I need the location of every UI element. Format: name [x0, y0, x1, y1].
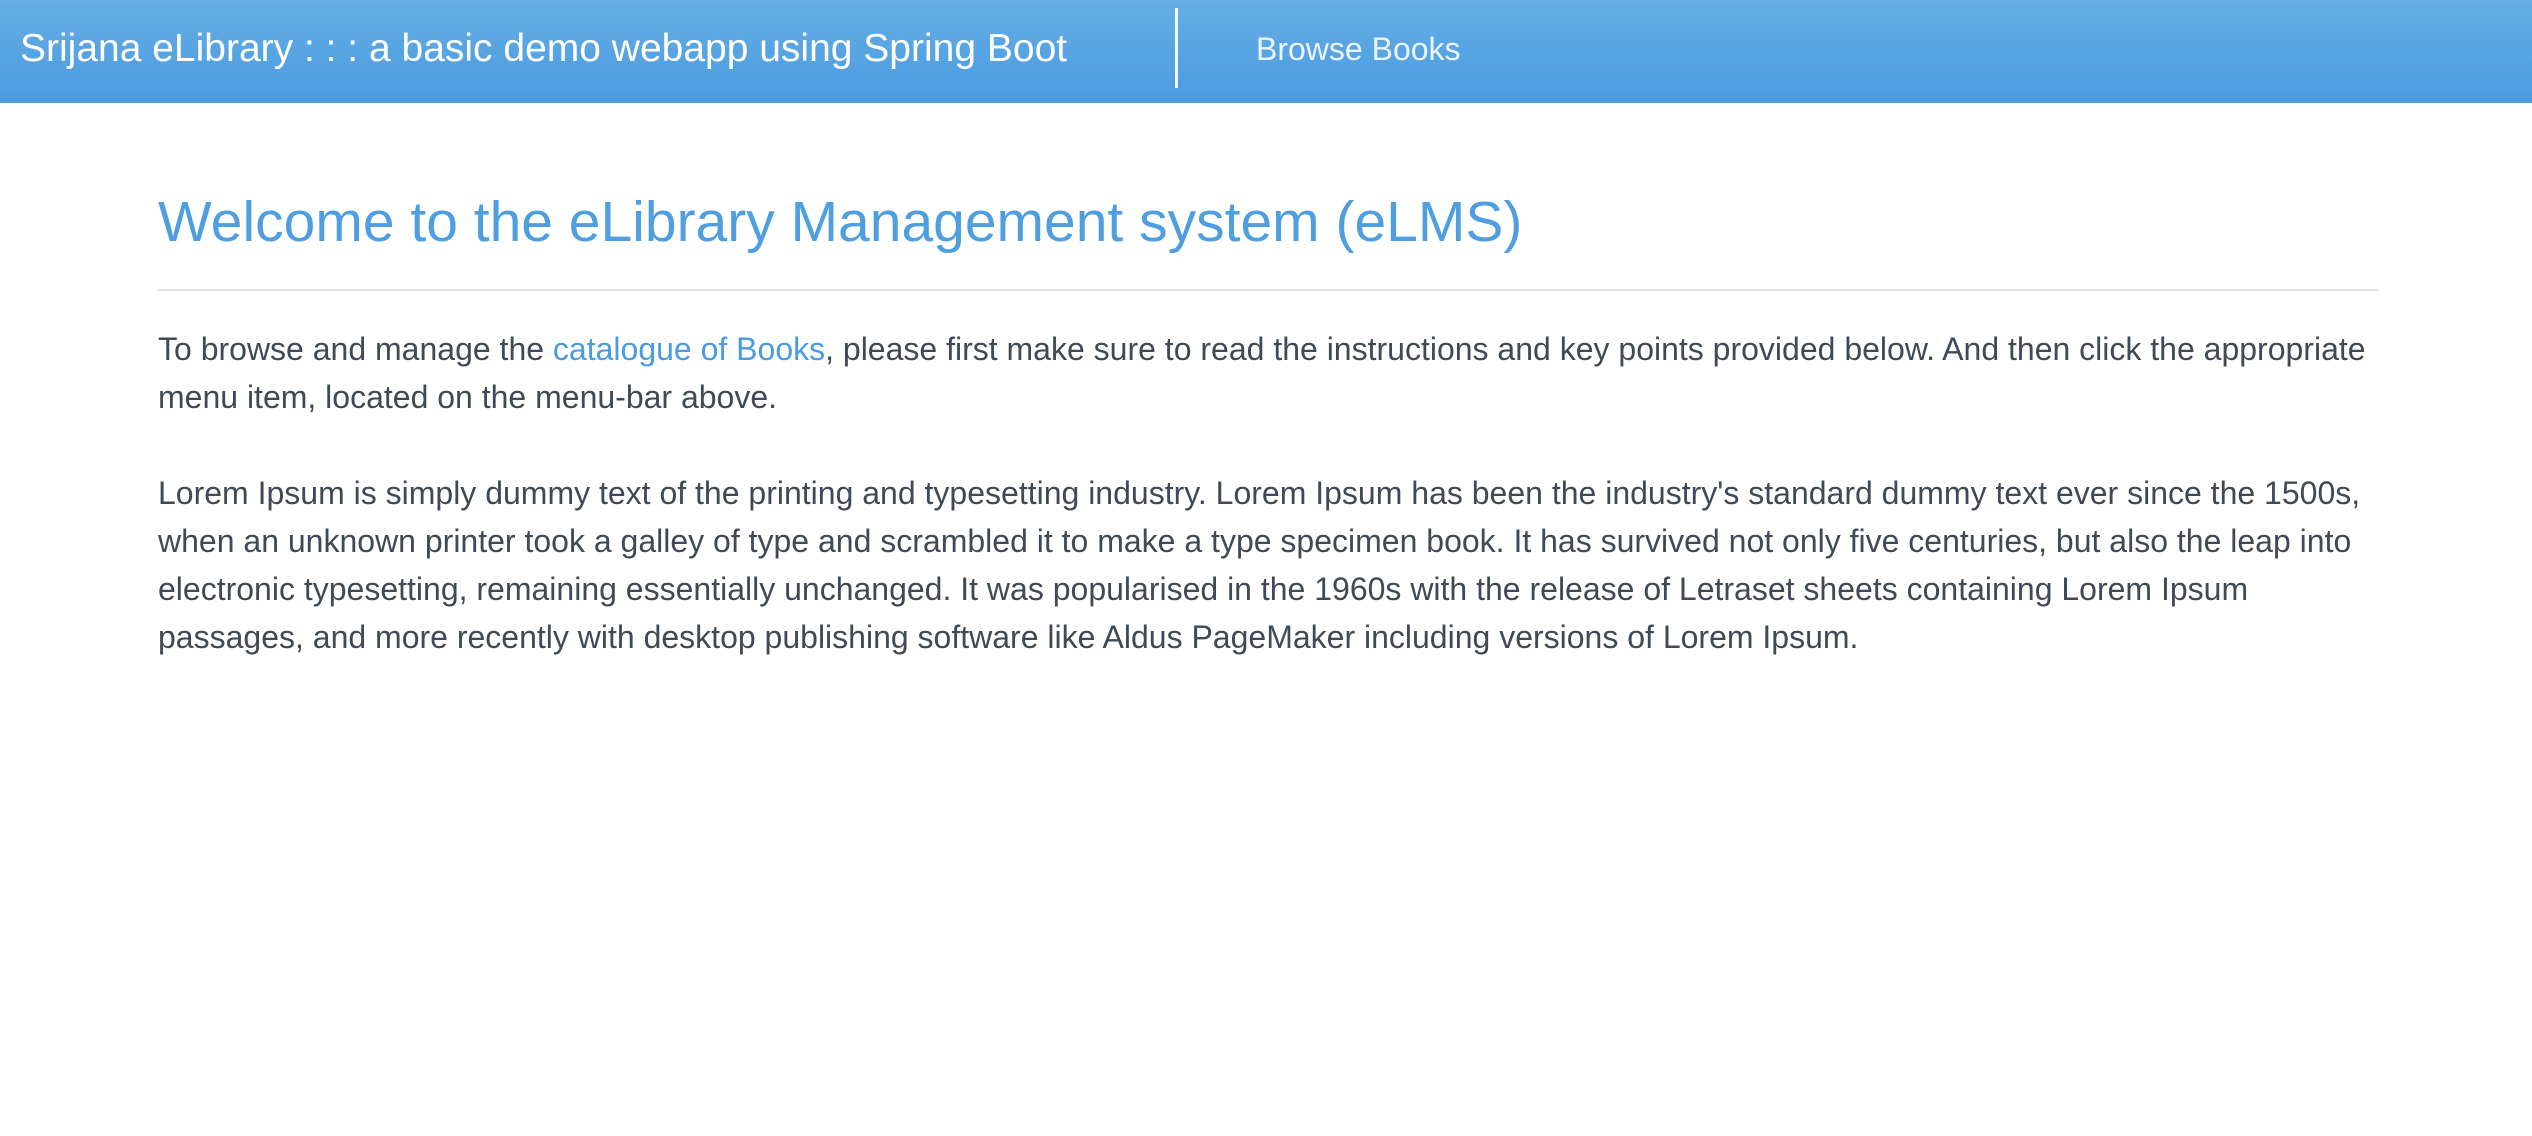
page-title: Welcome to the eLibrary Management syste… — [158, 190, 1523, 254]
main-content: Welcome to the eLibrary Management syste… — [158, 103, 2378, 661]
title-divider — [158, 289, 2378, 291]
intro-paragraph: To browse and manage the catalogue of Bo… — [158, 325, 2378, 421]
top-navbar: Srijana eLibrary : : : a basic demo weba… — [0, 0, 2532, 103]
brand-link[interactable]: Srijana eLibrary : : : a basic demo weba… — [20, 0, 1067, 98]
navbar-divider — [1175, 8, 1178, 88]
catalogue-link[interactable]: catalogue of Books — [553, 331, 825, 367]
nav-link-browse-books[interactable]: Browse Books — [1256, 0, 1461, 98]
intro-text-before-link: To browse and manage the — [158, 331, 553, 367]
lorem-paragraph: Lorem Ipsum is simply dummy text of the … — [158, 475, 2361, 655]
